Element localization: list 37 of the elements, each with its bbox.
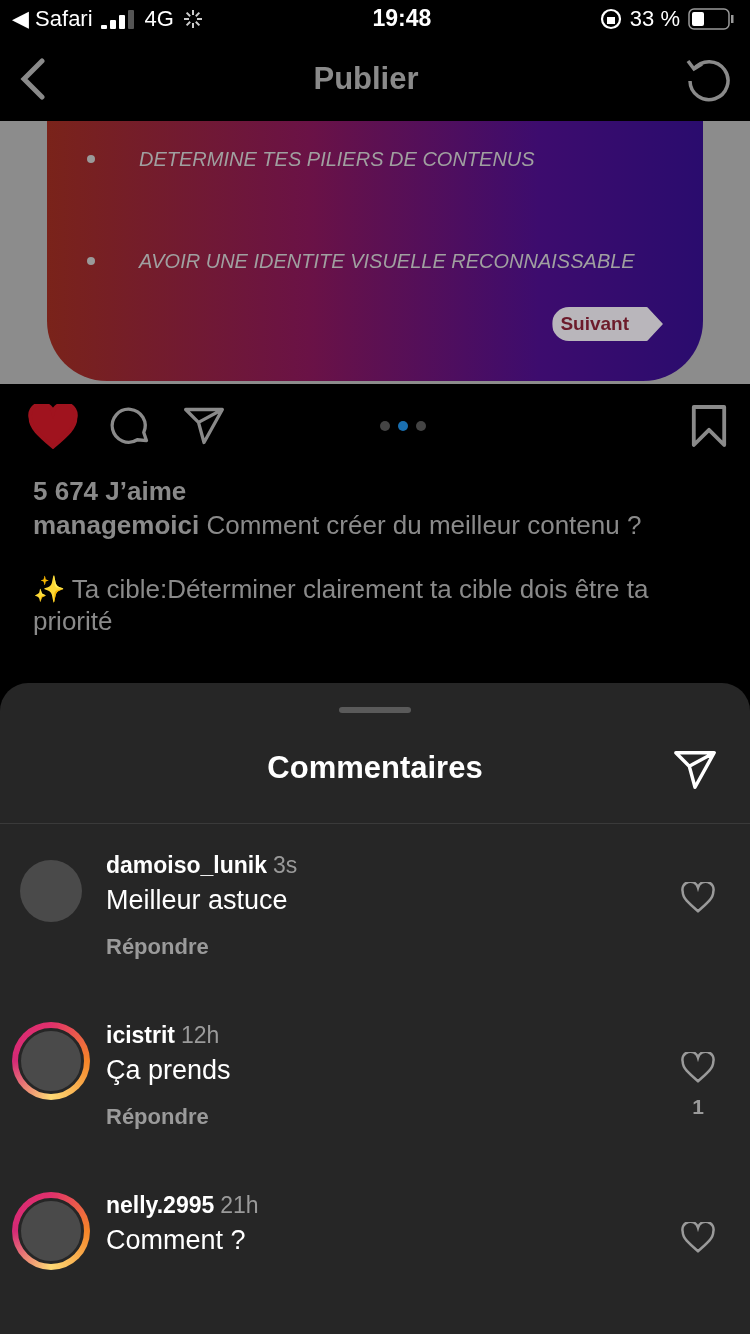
comment-text: Comment ? <box>106 1225 247 1256</box>
slide-bullet-text: AVOIR UNE IDENTITE VISUELLE RECONNAISSABLE <box>139 249 635 273</box>
comment-username[interactable]: icistrit <box>106 1022 176 1049</box>
slide-bullet-text: DETERMINE TES PILIERS DE CONTENUS <box>139 147 535 171</box>
comment-username[interactable]: damoiso_lunik <box>106 852 268 879</box>
comment-text: Ça prends <box>106 1055 232 1086</box>
reply-button[interactable]: Répondre <box>106 1104 209 1130</box>
page-title: Publier <box>313 61 419 98</box>
drag-handle[interactable] <box>339 707 411 713</box>
loading-spinner-icon <box>181 7 204 30</box>
like-button[interactable] <box>681 1222 715 1253</box>
back-button[interactable] <box>18 58 48 101</box>
like-count: 1 <box>692 1094 704 1119</box>
comment-text: Meilleur astuce <box>106 885 289 916</box>
like-button[interactable] <box>681 882 715 913</box>
clock-time: 19:48 <box>372 5 432 33</box>
next-arrow-label: Suivant <box>552 307 663 342</box>
rotation-lock-icon <box>599 7 622 30</box>
comment-time: 3s <box>273 852 298 879</box>
comment-username[interactable]: nelly.2995 <box>106 1192 215 1219</box>
reply-button[interactable]: Répondre <box>106 934 209 960</box>
like-button[interactable] <box>28 403 78 449</box>
likes-count: 5 674 J’aime <box>33 475 188 507</box>
battery-icon <box>688 7 734 30</box>
comment-time: 21h <box>220 1192 259 1219</box>
network-label: 4G <box>144 5 174 32</box>
battery-percent: 33 % <box>629 5 680 32</box>
post-caption: managemoici Comment créer du meilleur contenu ? <box>33 509 643 541</box>
post-caption-line: ✨ Ta cible:Déterminer clairement ta cible dois être ta priorité <box>33 573 650 637</box>
like-button[interactable] <box>681 1052 715 1083</box>
comment-time: 12h <box>181 1022 220 1049</box>
sheet-title: Commentaires <box>267 750 483 786</box>
back-to-app-link[interactable]: ◀ Safari <box>12 5 93 32</box>
signal-icon <box>100 8 137 29</box>
bullet-dot <box>87 257 95 266</box>
bookmark-button[interactable] <box>690 405 728 448</box>
bullet-dot <box>87 155 95 164</box>
